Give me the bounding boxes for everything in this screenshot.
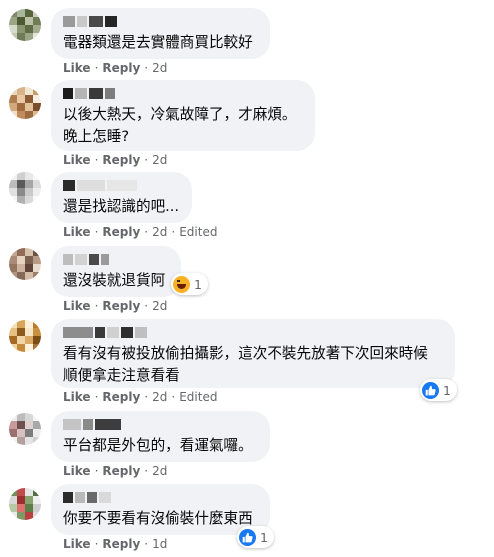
reply-button[interactable]: Reply bbox=[102, 61, 140, 75]
comment-text: 電器類還是去實體商買比較好 bbox=[63, 34, 253, 51]
separator-dot: · bbox=[94, 537, 99, 551]
comment-text: 還沒裝就退貨阿 bbox=[63, 272, 166, 289]
avatar[interactable] bbox=[9, 87, 41, 119]
commenter-name-redacted[interactable] bbox=[63, 180, 180, 191]
commenter-name-redacted[interactable] bbox=[63, 254, 169, 265]
comment-timestamp[interactable]: 2d bbox=[152, 153, 167, 167]
comment-timestamp[interactable]: 2d bbox=[152, 225, 167, 239]
commenter-name-redacted[interactable] bbox=[63, 327, 443, 338]
comment-timestamp[interactable]: 2d bbox=[152, 299, 167, 313]
reaction-count: 1 bbox=[194, 276, 202, 292]
comment-actions: Like · Reply · 2d · Edited bbox=[63, 225, 217, 239]
comment-thread: 電器類還是去實體商買比較好 Like · Reply · 2d 以後大熱天，冷氣… bbox=[0, 0, 494, 557]
like-reaction-icon bbox=[239, 528, 256, 546]
comment-bubble: 電器類還是去實體商買比較好 bbox=[51, 8, 270, 59]
like-button[interactable]: Like bbox=[63, 225, 91, 239]
separator-dot: · bbox=[94, 153, 99, 167]
comment-bubble: 以後大熱天，冷氣故障了，才麻煩。 晚上怎睡? bbox=[51, 80, 315, 151]
commenter-name-redacted[interactable] bbox=[63, 16, 258, 27]
reply-button[interactable]: Reply bbox=[102, 153, 140, 167]
like-button[interactable]: Like bbox=[63, 390, 91, 404]
separator-dot: · bbox=[94, 61, 99, 75]
commenter-name-redacted[interactable] bbox=[63, 419, 258, 430]
reaction-summary[interactable]: 1 bbox=[237, 526, 274, 548]
reply-button[interactable]: Reply bbox=[102, 299, 140, 313]
comment-actions: Like · Reply · 1d bbox=[63, 537, 167, 551]
separator-dot: · bbox=[171, 225, 176, 239]
reaction-count: 1 bbox=[443, 382, 451, 398]
comment-timestamp[interactable]: 2d bbox=[152, 390, 167, 404]
like-reaction-icon bbox=[422, 381, 439, 399]
edited-label[interactable]: Edited bbox=[179, 225, 217, 239]
like-button[interactable]: Like bbox=[63, 464, 91, 478]
comment-timestamp[interactable]: 2d bbox=[152, 464, 167, 478]
separator-dot: · bbox=[94, 464, 99, 478]
like-button[interactable]: Like bbox=[63, 153, 91, 167]
reaction-count: 1 bbox=[260, 529, 268, 545]
separator-dot: · bbox=[144, 299, 149, 313]
separator-dot: · bbox=[94, 299, 99, 313]
comment-text: 以後大熱天，冷氣故障了，才麻煩。 晚上怎睡? bbox=[63, 106, 297, 145]
comment-text: 平台都是外包的，看運氣囉。 bbox=[63, 437, 253, 454]
reaction-summary[interactable]: 1 bbox=[420, 379, 457, 401]
reaction-summary[interactable]: 1 bbox=[171, 273, 208, 295]
separator-dot: · bbox=[94, 390, 99, 404]
separator-dot: · bbox=[144, 61, 149, 75]
separator-dot: · bbox=[171, 390, 176, 404]
edited-label[interactable]: Edited bbox=[179, 390, 217, 404]
comment-text: 看有沒有被投放偷拍攝影，這次不裝先放著下次回來時候 順便拿走注意看看 bbox=[63, 345, 428, 384]
reply-button[interactable]: Reply bbox=[102, 225, 140, 239]
comment-text: 還是找認識的吧... bbox=[63, 198, 180, 215]
avatar[interactable] bbox=[9, 320, 41, 352]
thumbs-up-icon bbox=[425, 385, 436, 395]
avatar[interactable] bbox=[9, 9, 41, 41]
commenter-name-redacted[interactable] bbox=[63, 88, 303, 99]
like-button[interactable]: Like bbox=[63, 61, 91, 75]
comment-actions: Like · Reply · 2d · Edited bbox=[63, 390, 217, 404]
separator-dot: · bbox=[144, 153, 149, 167]
comment-text: 你要不要看有沒偷裝什麼東西 bbox=[63, 510, 253, 527]
haha-reaction-icon bbox=[173, 275, 190, 293]
comment-bubble: 你要不要看有沒偷裝什麼東西 bbox=[51, 484, 270, 535]
separator-dot: · bbox=[144, 225, 149, 239]
comment-bubble: 還沒裝就退貨阿 bbox=[51, 246, 181, 297]
comment-bubble: 平台都是外包的，看運氣囉。 bbox=[51, 411, 270, 462]
separator-dot: · bbox=[144, 390, 149, 404]
avatar[interactable] bbox=[9, 488, 41, 520]
thumbs-up-icon bbox=[242, 532, 253, 542]
comment-bubble: 還是找認識的吧... bbox=[51, 172, 192, 223]
like-button[interactable]: Like bbox=[63, 537, 91, 551]
comment-timestamp[interactable]: 1d bbox=[152, 537, 167, 551]
comment-actions: Like · Reply · 2d bbox=[63, 464, 167, 478]
reply-button[interactable]: Reply bbox=[102, 537, 140, 551]
reply-button[interactable]: Reply bbox=[102, 464, 140, 478]
comment-timestamp[interactable]: 2d bbox=[152, 61, 167, 75]
separator-dot: · bbox=[94, 225, 99, 239]
like-button[interactable]: Like bbox=[63, 299, 91, 313]
comment-actions: Like · Reply · 2d bbox=[63, 61, 167, 75]
avatar[interactable] bbox=[9, 413, 41, 445]
reply-button[interactable]: Reply bbox=[102, 390, 140, 404]
separator-dot: · bbox=[144, 464, 149, 478]
comment-bubble: 看有沒有被投放偷拍攝影，這次不裝先放著下次回來時候 順便拿走注意看看 bbox=[51, 319, 455, 388]
separator-dot: · bbox=[144, 537, 149, 551]
comment-actions: Like · Reply · 2d bbox=[63, 299, 167, 313]
avatar[interactable] bbox=[9, 172, 41, 204]
avatar[interactable] bbox=[9, 248, 41, 280]
comment-actions: Like · Reply · 2d bbox=[63, 153, 167, 167]
commenter-name-redacted[interactable] bbox=[63, 492, 258, 503]
